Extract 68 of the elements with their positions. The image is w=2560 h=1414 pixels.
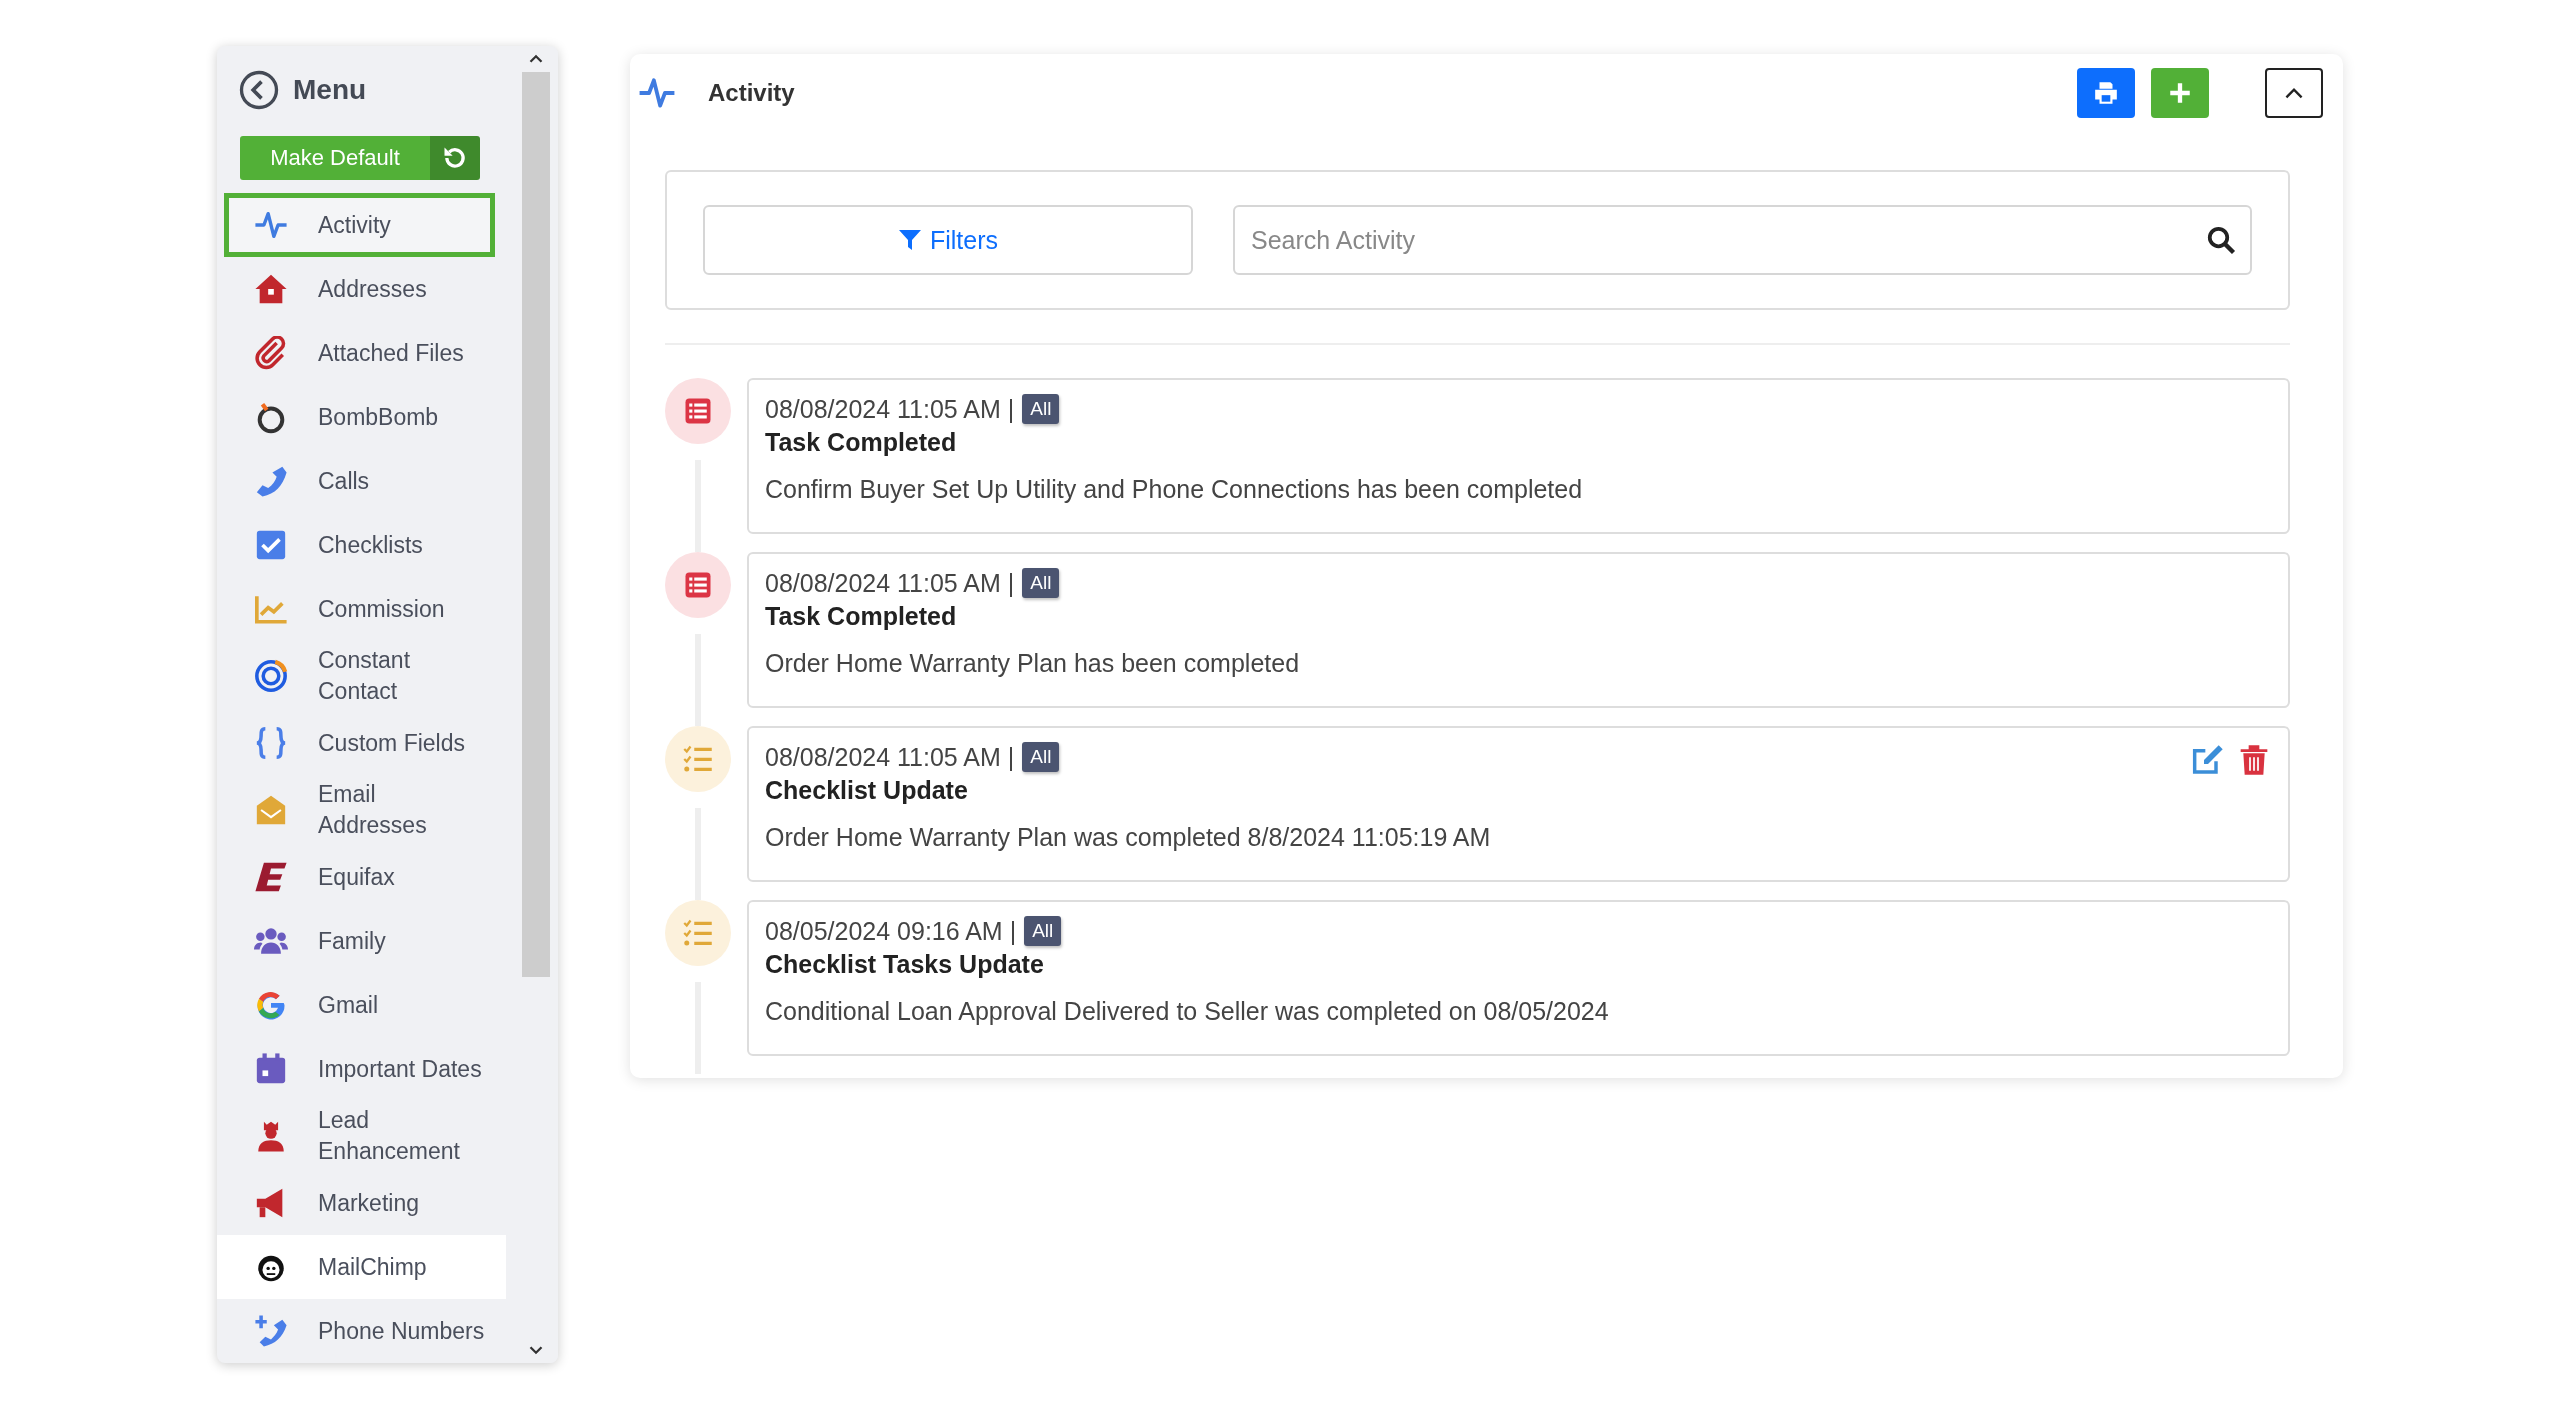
search-field[interactable]: Search Activity [1233,205,2252,275]
menu-item[interactable]: MailChimp [217,1235,506,1299]
printer-icon [2093,80,2119,106]
menu-item[interactable]: Equifax [224,845,495,909]
reset-button[interactable] [430,136,480,180]
tag: All [1022,742,1060,772]
checklist-icon [683,744,713,774]
collapse-button[interactable] [2265,68,2323,118]
scrollbar[interactable] [513,46,558,1363]
menu-item[interactable]: Marketing [224,1171,495,1235]
phone-icon [254,464,288,498]
tag: All [1022,568,1060,598]
menu-item[interactable]: BombBomb [224,385,495,449]
back-button[interactable] [239,70,279,110]
activity-title: Checklist Update [765,776,969,805]
menu-item[interactable]: Lead Enhancement [224,1101,495,1171]
panel-title: Activity [708,79,795,107]
menu-item[interactable]: Calls [224,449,495,513]
timestamp: 08/05/2024 09:16 AM | [765,916,1017,946]
menu-item[interactable]: Gmail [224,973,495,1037]
edit-button[interactable] [2192,744,2224,776]
tag: All [1024,916,1062,946]
add-button[interactable] [2151,68,2209,118]
edit-icon [2192,744,2224,776]
activity-text: Order Home Warranty Plan has been completed [765,649,1301,678]
e-letter-icon [254,860,288,894]
phone-plus-icon [254,1314,288,1348]
menu-item[interactable]: Email Addresses [224,775,495,845]
menu-item[interactable]: Checklists [224,513,495,577]
braces-icon [254,726,288,760]
house-icon [254,272,288,306]
activity-text: Order Home Warranty Plan was completed 8/8/2024 11:05:19 AM [765,823,1492,852]
paperclip-icon [254,336,288,370]
menu-item[interactable]: Family [224,909,495,973]
checklist-icon [683,918,713,948]
activity-text: Confirm Buyer Set Up Utility and Phone Connections has been completed [765,475,1584,504]
timestamp: 08/08/2024 11:05 AM | [765,568,1015,598]
timestamp: 08/08/2024 11:05 AM | [765,742,1015,772]
menu-item[interactable]: Phone Numbers [224,1299,495,1363]
activity-title: Checklist Tasks Update [765,950,1045,979]
menu-item[interactable]: Custom Fields [224,711,495,775]
menu-item[interactable]: Important Dates [224,1037,495,1101]
envelope-icon [254,793,288,827]
activity-text: Conditional Loan Approval Delivered to Seller was completed on 08/05/2024 [765,997,1610,1026]
plus-icon [2167,80,2193,106]
activity-title: Task Completed [765,428,958,457]
task-list-icon [683,570,713,600]
menu-title: Menu [293,74,367,106]
target-icon [254,659,288,693]
print-button[interactable] [2077,68,2135,118]
checkbox-icon [254,528,288,562]
menu-item[interactable]: Activity [224,193,495,257]
scrollbar-thumb[interactable] [521,72,550,977]
trash-icon [2238,744,2270,776]
activity-title: Task Completed [765,602,958,631]
menu-item[interactable]: Constant Contact [224,641,495,711]
tag: All [1022,394,1060,424]
task-list-icon [683,396,713,426]
menu-item[interactable]: Attached Files [224,321,495,385]
menu-item[interactable]: Addresses [224,257,495,321]
timestamp: 08/08/2024 11:05 AM | [765,394,1015,424]
calendar-icon [254,1052,288,1086]
back-icon [239,70,279,110]
delete-button[interactable] [2238,744,2270,776]
menu-item[interactable]: Commission [224,577,495,641]
funnel-icon [897,228,922,252]
search-icon [2206,225,2236,255]
filters-button[interactable]: Filters [703,205,1193,275]
